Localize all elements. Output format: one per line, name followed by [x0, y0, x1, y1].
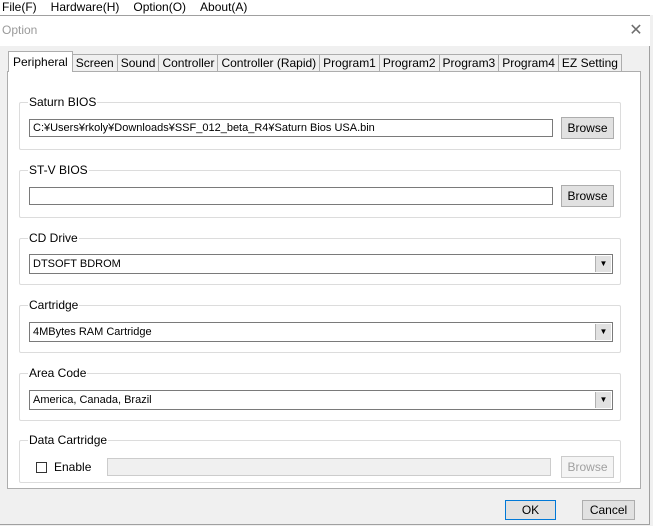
area-code-group: Area Code America, Canada, Brazil ▼: [19, 366, 621, 421]
option-dialog: Option ✕ Peripheral Screen Sound Control…: [0, 15, 650, 525]
stv-bios-browse-button[interactable]: Browse: [561, 185, 614, 207]
saturn-bios-browse-button[interactable]: Browse: [561, 117, 614, 139]
stv-bios-group: ST-V BIOS Browse: [19, 163, 621, 218]
tab-ez-setting[interactable]: EZ Setting: [557, 54, 622, 72]
cartridge-select[interactable]: 4MBytes RAM Cartridge ▼: [29, 322, 613, 342]
area-code-value: America, Canada, Brazil: [33, 394, 152, 406]
tab-program2[interactable]: Program2: [378, 54, 440, 72]
saturn-bios-group: Saturn BIOS C:¥Users¥rkoly¥Downloads¥SSF…: [19, 95, 621, 150]
cancel-button[interactable]: Cancel: [582, 500, 635, 520]
area-code-label: Area Code: [28, 366, 88, 380]
cartridge-group: Cartridge 4MBytes RAM Cartridge ▼: [19, 298, 621, 353]
tab-sound[interactable]: Sound: [116, 54, 160, 72]
data-cartridge-enable-checkbox[interactable]: [36, 462, 47, 473]
data-cartridge-enable-label: Enable: [54, 460, 92, 474]
saturn-bios-label: Saturn BIOS: [28, 95, 98, 109]
tab-strip: Peripheral Screen Sound Controller Contr…: [8, 51, 622, 72]
data-cartridge-group: Data Cartridge Enable Browse: [19, 433, 621, 483]
tab-program4[interactable]: Program4: [498, 54, 559, 72]
window-title: Option: [2, 23, 38, 37]
tab-peripheral[interactable]: Peripheral: [8, 51, 73, 72]
close-icon[interactable]: ✕: [628, 22, 644, 38]
cartridge-value: 4MBytes RAM Cartridge: [33, 326, 152, 338]
chevron-down-icon[interactable]: ▼: [595, 392, 611, 408]
tab-screen[interactable]: Screen: [71, 54, 118, 72]
menu-hardware[interactable]: Hardware(H): [49, 0, 126, 15]
menu-option[interactable]: Option(O): [131, 0, 192, 15]
data-cartridge-label: Data Cartridge: [28, 433, 109, 447]
peripheral-panel: Saturn BIOS C:¥Users¥rkoly¥Downloads¥SSF…: [7, 71, 641, 489]
menu-bar: File(F) Hardware(H) Option(O) About(A): [0, 0, 653, 15]
tab-controller-rapid[interactable]: Controller (Rapid): [217, 54, 321, 72]
stv-bios-label: ST-V BIOS: [28, 163, 89, 177]
tab-program3[interactable]: Program3: [438, 54, 500, 72]
stv-bios-path-input[interactable]: [29, 187, 553, 205]
chevron-down-icon[interactable]: ▼: [595, 256, 611, 272]
title-bar: Option ✕: [0, 16, 650, 46]
cd-drive-select[interactable]: DTSOFT BDROM ▼: [29, 254, 613, 274]
cd-drive-value: DTSOFT BDROM: [33, 258, 121, 270]
area-code-select[interactable]: America, Canada, Brazil ▼: [29, 390, 613, 410]
menu-file[interactable]: File(F): [0, 0, 43, 15]
chevron-down-icon[interactable]: ▼: [595, 324, 611, 340]
cd-drive-label: CD Drive: [28, 231, 79, 245]
tab-controller[interactable]: Controller: [158, 54, 219, 72]
ok-button[interactable]: OK: [505, 500, 556, 520]
tab-program1[interactable]: Program1: [319, 54, 380, 72]
cd-drive-group: CD Drive DTSOFT BDROM ▼: [19, 231, 621, 285]
data-cartridge-browse-button: Browse: [561, 456, 614, 478]
saturn-bios-path-input[interactable]: C:¥Users¥rkoly¥Downloads¥SSF_012_beta_R4…: [29, 119, 553, 137]
menu-about[interactable]: About(A): [198, 0, 253, 15]
data-cartridge-path-input: [107, 458, 551, 476]
cartridge-label: Cartridge: [28, 298, 80, 312]
